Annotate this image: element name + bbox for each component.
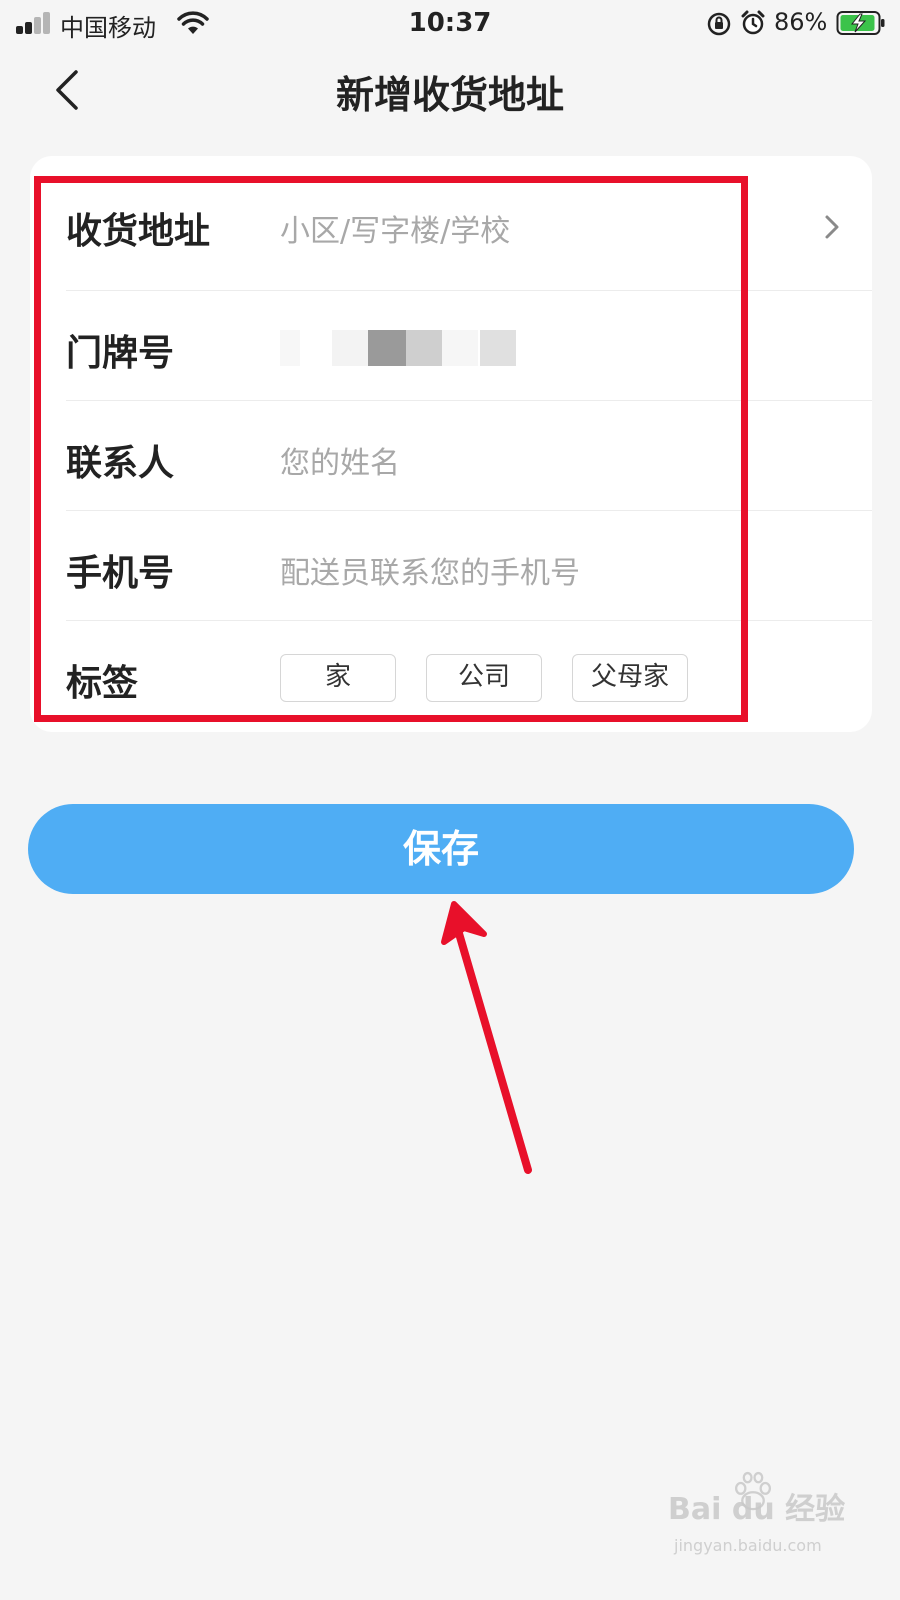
battery-percent: 86% [774,8,828,36]
battery-charging-icon [836,11,885,35]
baidu-jingyan-watermark: Bai du 经验 jingyan.baidu.com [668,1470,848,1580]
chevron-right-icon [825,215,839,239]
watermark-brand: Bai du 经验 [668,1492,846,1527]
page-title: 新增收货地址 [335,73,564,117]
rotation-lock-icon [707,12,731,36]
status-bar: 中国移动 10:37 86% [0,0,900,46]
watermark-url: jingyan.baidu.com [674,1536,822,1555]
alarm-icon [741,10,765,35]
save-button[interactable]: 保存 [28,804,854,894]
arrow-annotation-icon [441,901,532,1174]
highlight-annotation-box [34,176,748,722]
